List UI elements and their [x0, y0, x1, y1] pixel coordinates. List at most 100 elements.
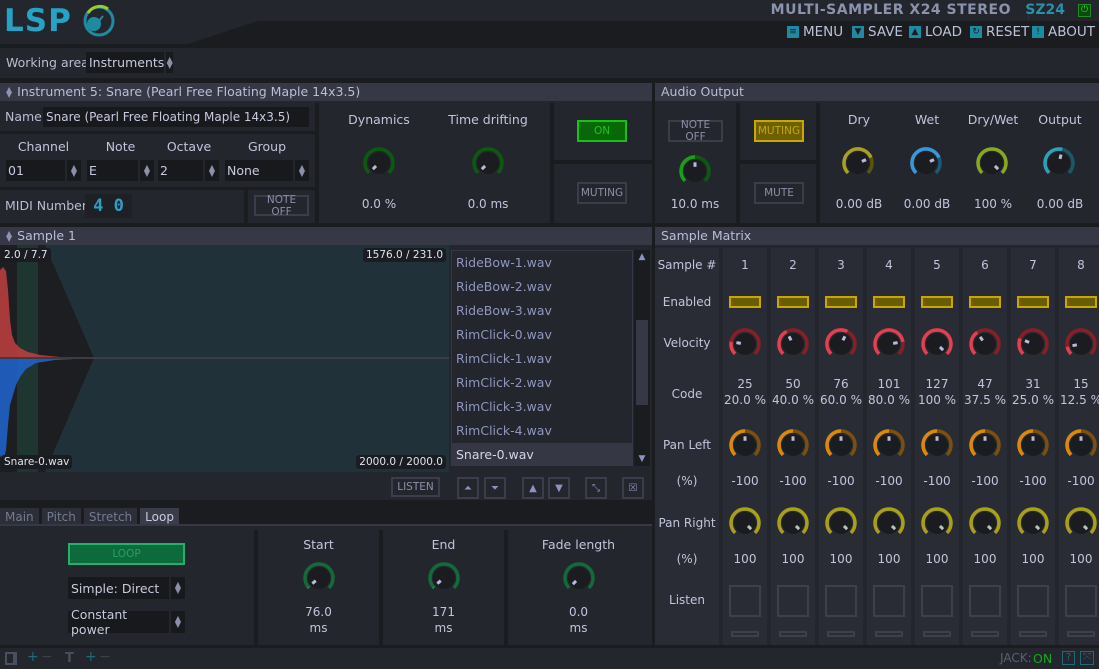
sample-enabled-toggle[interactable] — [1065, 296, 1097, 308]
loop-knob[interactable] — [562, 561, 596, 595]
move-up-icon[interactable]: ▲ — [522, 477, 544, 499]
crossfade-select[interactable]: Constant power ▲ ▼ — [68, 607, 185, 637]
pan-left-knob[interactable] — [920, 428, 954, 462]
output-knob[interactable] — [909, 146, 943, 180]
pan-left-knob[interactable] — [1016, 428, 1050, 462]
sample-enabled-toggle[interactable] — [777, 296, 809, 308]
listen-sample-button[interactable] — [729, 585, 761, 617]
loop-toggle[interactable]: LOOP — [68, 543, 185, 565]
file-list[interactable]: RideBow-1.wav RideBow-2.wav RideBow-3.wav R… — [451, 250, 633, 466]
load-button[interactable]: ▲ LOAD — [909, 24, 962, 40]
sample-enabled-toggle[interactable] — [729, 296, 761, 308]
file-list-item[interactable]: RimClick-0.wav — [452, 323, 632, 347]
font-decrease-icon[interactable]: − — [99, 649, 111, 665]
panel-layout-icon[interactable] — [5, 652, 17, 665]
file-list-item[interactable]: RideBow-1.wav — [452, 251, 632, 275]
velocity-knob[interactable] — [776, 327, 810, 361]
audio-muting-button[interactable]: MUTING — [754, 120, 804, 142]
listen-sample-button[interactable] — [921, 585, 953, 617]
pan-right-knob[interactable] — [1064, 506, 1098, 540]
font-increase-icon[interactable]: + — [85, 649, 97, 665]
note-off-button[interactable]: NOTE OFF — [254, 194, 309, 218]
pan-left-knob[interactable] — [728, 428, 762, 462]
output-knob[interactable] — [841, 146, 875, 180]
pan-left-knob[interactable] — [824, 428, 858, 462]
file-list-item[interactable]: RideBow-2.wav — [452, 275, 632, 299]
note-select[interactable]: E ▲ ▼ — [87, 160, 154, 181]
scroll-up-icon[interactable]: ▲ — [634, 250, 650, 264]
dynamics-knob[interactable] — [362, 146, 396, 180]
zoom-in-icon[interactable]: + — [27, 649, 39, 665]
pan-left-knob[interactable] — [872, 428, 906, 462]
group-select[interactable]: None ▲ ▼ — [225, 160, 309, 181]
sample-enabled-toggle[interactable] — [1017, 296, 1049, 308]
file-list-item[interactable]: RimClick-4.wav — [452, 419, 632, 443]
velocity-knob[interactable] — [968, 327, 1002, 361]
instrument-title-bar[interactable]: ▲ ▼ Instrument 5: Snare (Pearl Free Floati… — [0, 83, 652, 101]
listen-sample-button[interactable] — [873, 585, 905, 617]
loop-mode-select[interactable]: Simple: Direct ▲ ▼ — [68, 577, 185, 599]
file-list-item[interactable]: RideBow-3.wav — [452, 299, 632, 323]
output-knob[interactable] — [975, 146, 1009, 180]
save-button[interactable]: ▼ SAVE — [852, 24, 903, 40]
note-off-time-knob[interactable] — [678, 154, 712, 188]
sample-enabled-toggle[interactable] — [921, 296, 953, 308]
listen-sample-button[interactable] — [777, 585, 809, 617]
time-drifting-knob[interactable] — [471, 146, 505, 180]
pan-left-knob[interactable] — [1064, 428, 1098, 462]
channel-select[interactable]: 01 ▲ ▼ — [6, 160, 81, 181]
waveform-display[interactable]: 2.0 / 7.7 1576.0 / 231.0 Snare-0.wav 200… — [0, 245, 449, 472]
instrument-on-button[interactable]: ON — [577, 120, 627, 142]
scrollbar-thumb[interactable] — [636, 320, 648, 405]
file-list-scrollbar[interactable]: ▲ ▼ — [634, 250, 650, 466]
working-area-select[interactable]: Instruments ▲ ▼ — [86, 52, 173, 73]
velocity-knob[interactable] — [920, 327, 954, 361]
file-list-item[interactable]: RimClick-2.wav — [452, 371, 632, 395]
menu-button[interactable]: ≡ MENU — [787, 24, 843, 40]
loop-knob[interactable] — [302, 561, 336, 595]
move-down-icon[interactable]: ▼ — [548, 477, 570, 499]
help-icon[interactable]: ? — [1062, 651, 1075, 665]
velocity-knob[interactable] — [728, 327, 762, 361]
mute-button[interactable]: MUTE — [754, 182, 804, 204]
fullscreen-icon[interactable]: ⤧ — [1080, 651, 1094, 665]
velocity-knob[interactable] — [872, 327, 906, 361]
velocity-knob[interactable] — [1064, 327, 1098, 361]
file-list-item[interactable]: Snare-0.wav — [452, 443, 632, 465]
loop-knob[interactable] — [427, 561, 461, 595]
listen-sample-button[interactable] — [1017, 585, 1049, 617]
instrument-muting-button[interactable]: MUTING — [577, 182, 627, 204]
zoom-out-icon[interactable]: − — [41, 649, 53, 665]
power-icon[interactable]: ⏻ — [1078, 4, 1091, 17]
sample-enabled-toggle[interactable] — [873, 296, 905, 308]
clear-icon[interactable]: ☒ — [622, 477, 644, 499]
reset-button[interactable]: ↻ RESET — [970, 24, 1029, 40]
name-input[interactable]: Snare (Pearl Free Floating Maple 14x3.5) — [43, 107, 309, 127]
expand-icon[interactable]: ⤡ — [585, 477, 607, 499]
velocity-knob[interactable] — [1016, 327, 1050, 361]
note-off-toggle[interactable]: NOTE OFF — [668, 119, 723, 143]
pan-left-knob[interactable] — [968, 428, 1002, 462]
sample-enabled-toggle[interactable] — [969, 296, 1001, 308]
pan-left-knob[interactable] — [776, 428, 810, 462]
move-last-icon[interactable]: ⏷ — [484, 477, 506, 499]
listen-button[interactable]: LISTEN — [391, 477, 440, 497]
listen-sample-button[interactable] — [969, 585, 1001, 617]
octave-select[interactable]: 2 ▲ ▼ — [158, 160, 219, 181]
scroll-down-icon[interactable]: ▼ — [634, 452, 650, 466]
file-list-item[interactable]: RimClick-3.wav — [452, 395, 632, 419]
listen-sample-button[interactable] — [825, 585, 857, 617]
pan-right-knob[interactable] — [1016, 506, 1050, 540]
pan-right-knob[interactable] — [920, 506, 954, 540]
output-knob[interactable] — [1042, 146, 1076, 180]
move-first-icon[interactable]: ⏶ — [457, 477, 479, 499]
pan-right-knob[interactable] — [824, 506, 858, 540]
velocity-knob[interactable] — [824, 327, 858, 361]
sample-enabled-toggle[interactable] — [825, 296, 857, 308]
file-list-item[interactable]: RimClick-1.wav — [452, 347, 632, 371]
pan-right-knob[interactable] — [872, 506, 906, 540]
about-button[interactable]: ! ABOUT — [1032, 24, 1095, 40]
pan-right-knob[interactable] — [728, 506, 762, 540]
sample-title-bar[interactable]: ▲ ▼ Sample 1 — [0, 227, 652, 245]
pan-right-knob[interactable] — [968, 506, 1002, 540]
